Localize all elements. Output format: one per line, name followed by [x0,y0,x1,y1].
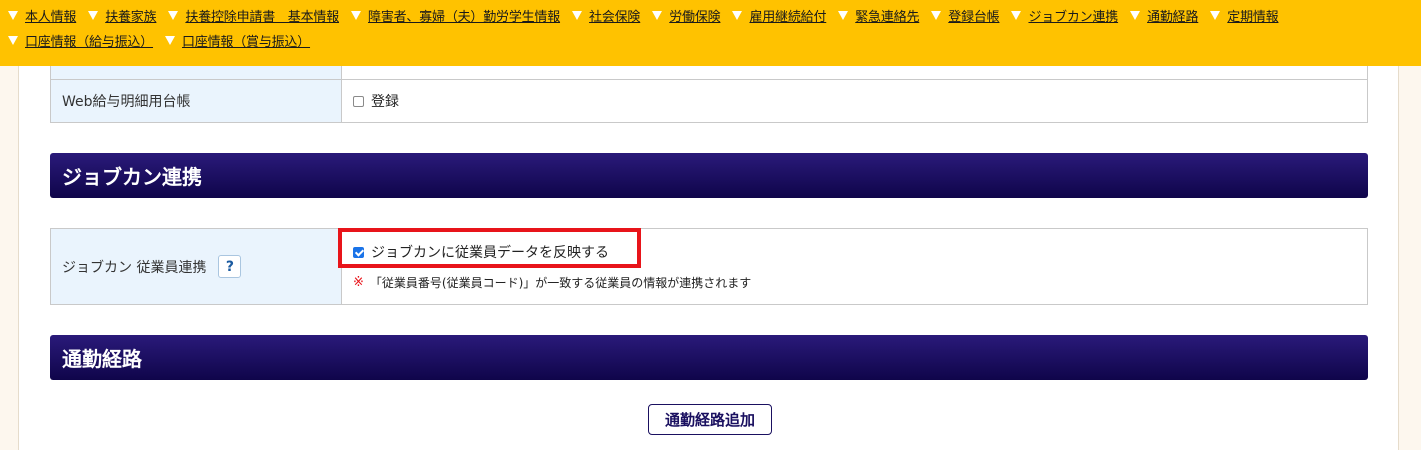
section-title: 通勤経路 [62,347,142,371]
jobcan-employee-link-label: ジョブカン 従業員連携 [62,259,207,276]
nav-link[interactable]: 障害者、寡婦（夫）勤労学生情報 [368,6,560,25]
nav-item-personal-info[interactable]: 本人情報 [8,6,76,25]
commute-section-header: 通勤経路 [50,335,1368,380]
triangle-down-icon [931,11,942,20]
triangle-down-icon [1011,11,1022,20]
triangle-down-icon [8,11,18,20]
help-button[interactable]: ? [218,255,242,278]
add-commute-route-button[interactable]: 通勤経路追加 [648,404,772,435]
triangle-down-icon [165,36,176,45]
section-title: ジョブカン連携 [62,165,202,189]
triangle-down-icon [1210,11,1221,20]
nav-item-bonus-account[interactable]: 口座情報（賞与振込） [165,31,310,50]
top-navigation: 本人情報 扶養家族 扶養控除申請書 基本情報 障害者、寡婦（夫）勤労学生情報 社… [0,0,1421,66]
nav-row-1: 本人情報 扶養家族 扶養控除申請書 基本情報 障害者、寡婦（夫）勤労学生情報 社… [8,3,1413,28]
web-payslip-checkbox-label[interactable]: 登録 [371,91,399,111]
nav-item-salary-account[interactable]: 口座情報（給与振込） [8,31,153,50]
table-row: Web給与明細用台帳 登録 [50,79,1368,123]
triangle-down-icon [168,11,179,20]
content-panel: Web給与明細用台帳 登録 ジョブカン連携 ジョブカン 従業員連携 ? ジョブカ… [18,65,1399,450]
nav-link[interactable]: 社会保険 [589,6,640,25]
note-text: 「従業員番号(従業員コード)」が一致する従業員の情報が連携されます [369,276,752,290]
triangle-down-icon [572,11,583,20]
nav-link[interactable]: 緊急連絡先 [855,6,919,25]
nav-link[interactable]: ジョブカン連携 [1028,6,1118,25]
nav-link[interactable]: 雇用継続給付 [749,6,826,25]
triangle-down-icon [732,11,743,20]
highlight-box [338,228,641,268]
nav-item-emergency-contact[interactable]: 緊急連絡先 [838,6,919,25]
nav-link[interactable]: 登録台帳 [948,6,999,25]
nav-item-registry[interactable]: 登録台帳 [931,6,1000,25]
nav-item-pass-info[interactable]: 定期情報 [1210,6,1279,25]
web-payslip-label: Web給与明細用台帳 [50,79,342,123]
jobcan-note: ※ 「従業員番号(従業員コード)」が一致する従業員の情報が連携されます [353,274,1366,291]
nav-item-jobcan[interactable]: ジョブカン連携 [1011,6,1118,25]
nav-link[interactable]: 本人情報 [25,6,76,25]
table-row [50,65,1368,80]
triangle-down-icon [1130,11,1141,20]
triangle-down-icon [652,11,663,20]
nav-item-disability-info[interactable]: 障害者、寡婦（夫）勤労学生情報 [351,6,560,25]
nav-item-employment-benefit[interactable]: 雇用継続給付 [732,6,826,25]
web-payslip-value-cell: 登録 [341,79,1368,123]
nav-item-labor-insurance[interactable]: 労働保険 [652,6,721,25]
form-label-cell [50,65,342,80]
triangle-down-icon [8,36,18,45]
nav-item-dependent-deduction[interactable]: 扶養控除申請書 基本情報 [168,6,339,25]
nav-link[interactable]: 口座情報（給与振込） [25,31,153,50]
jobcan-section-header: ジョブカン連携 [50,153,1368,198]
nav-link[interactable]: 口座情報（賞与振込） [182,31,310,50]
triangle-down-icon [838,11,849,20]
note-mark: ※ [353,275,364,290]
form-value-cell [341,65,1368,80]
nav-link[interactable]: 労働保険 [669,6,720,25]
nav-link[interactable]: 扶養控除申請書 基本情報 [185,6,339,25]
jobcan-table: ジョブカン 従業員連携 ? ジョブカンに従業員データを反映する ※ 「従業員番号… [50,228,1368,305]
web-payslip-table: Web給与明細用台帳 登録 [50,79,1368,123]
nav-row-2: 口座情報（給与振込） 口座情報（賞与振込） [8,28,1413,53]
triangle-down-icon [88,11,99,20]
nav-item-social-insurance[interactable]: 社会保険 [572,6,640,25]
web-payslip-checkbox-line[interactable]: 登録 [353,91,1366,111]
table-row: ジョブカン 従業員連携 ? ジョブカンに従業員データを反映する ※ 「従業員番号… [50,228,1368,305]
nav-link[interactable]: 通勤経路 [1147,6,1198,25]
jobcan-label-cell: ジョブカン 従業員連携 ? [50,228,342,305]
previous-table-fragment [50,65,1368,80]
nav-link[interactable]: 扶養家族 [105,6,156,25]
nav-item-dependents[interactable]: 扶養家族 [88,6,157,25]
web-payslip-checkbox[interactable] [353,95,364,107]
triangle-down-icon [351,11,362,20]
nav-item-commute[interactable]: 通勤経路 [1130,6,1198,25]
jobcan-label-wrap: ジョブカン 従業員連携 ? [62,255,340,278]
nav-link[interactable]: 定期情報 [1227,6,1278,25]
